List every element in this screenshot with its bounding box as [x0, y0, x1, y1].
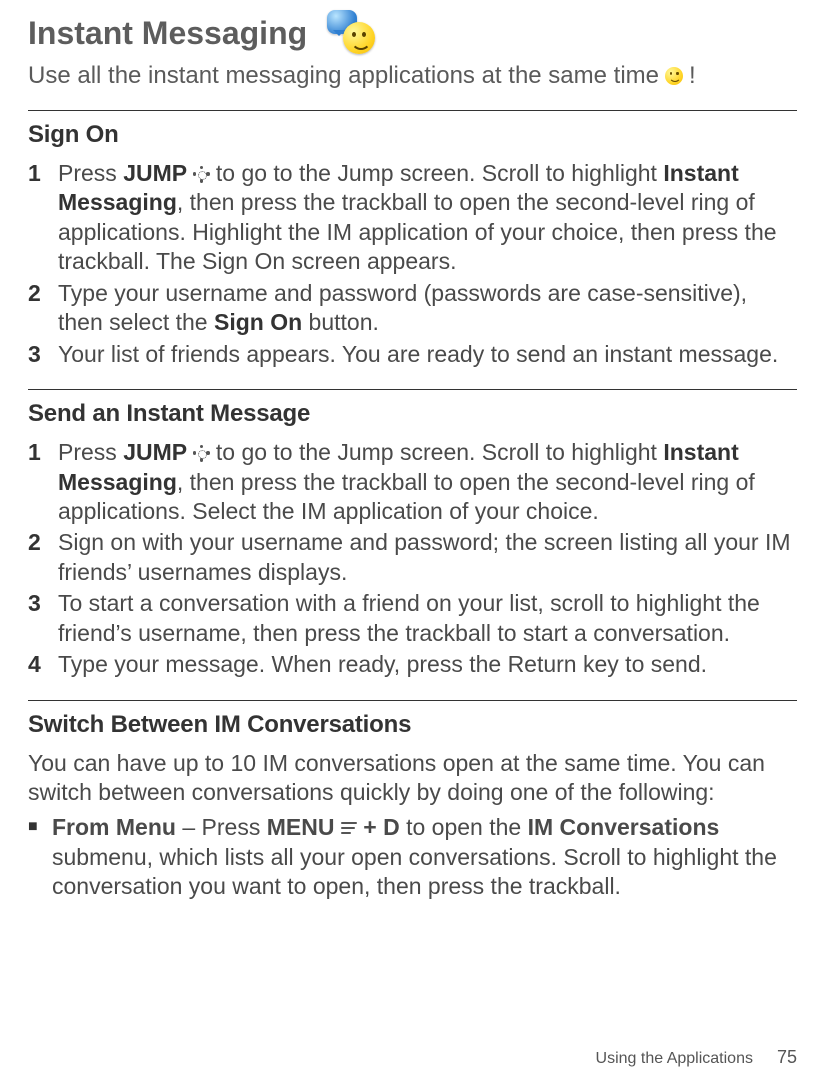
text-run: Your list of friends appears. You are re…	[58, 341, 778, 367]
divider	[28, 700, 797, 701]
step-number: 1	[28, 159, 42, 277]
list-item: 4 Type your message. When ready, press t…	[28, 650, 797, 679]
step-number: 2	[28, 528, 42, 587]
text-run: button.	[302, 309, 379, 335]
text-run: submenu, which lists all your open conve…	[52, 844, 777, 899]
footer-page-number: 75	[777, 1047, 797, 1068]
step-text: Press JUMP to go to the Jump screen. Scr…	[58, 438, 797, 526]
key-jump: JUMP	[123, 439, 187, 465]
text-run: to open the	[400, 814, 528, 840]
page-title: Instant Messaging	[28, 17, 307, 49]
switch-intro: You can have up to 10 IM conversations o…	[28, 749, 797, 808]
text-run: to go to the Jump screen. Scroll to high…	[209, 439, 663, 465]
jump-icon	[193, 166, 209, 182]
step-text: Sign on with your username and password;…	[58, 528, 797, 587]
instant-messaging-icon	[325, 10, 375, 56]
text-run: To start a conversation with a friend on…	[58, 590, 760, 645]
step-number: 2	[28, 279, 42, 338]
step-text: Press JUMP to go to the Jump screen. Scr…	[58, 159, 797, 277]
step-number: 1	[28, 438, 42, 526]
text-run: Type your message. When ready, press the…	[58, 651, 707, 677]
section-heading-send: Send an Instant Message	[28, 400, 797, 428]
text-run: Press	[58, 160, 123, 186]
text-run: – Press	[176, 814, 267, 840]
key-jump: JUMP	[123, 160, 187, 186]
smiley-icon	[665, 67, 683, 85]
key-menu: MENU	[267, 814, 335, 840]
step-number: 4	[28, 650, 42, 679]
section-heading-sign-on: Sign On	[28, 121, 797, 149]
intro-suffix: !	[689, 62, 696, 90]
step-number: 3	[28, 589, 42, 648]
bullet-icon: ■	[28, 813, 38, 901]
intro-prefix: Use all the instant messaging applicatio…	[28, 62, 659, 90]
step-text: Your list of friends appears. You are re…	[58, 340, 797, 369]
footer-section: Using the Applications	[596, 1050, 753, 1068]
page-footer: Using the Applications 75	[596, 1047, 797, 1068]
list-item: 1 Press JUMP to go to the Jump screen. S…	[28, 438, 797, 526]
list-item: 2 Type your username and password (passw…	[28, 279, 797, 338]
menu-icon	[341, 822, 357, 834]
step-text: Type your message. When ready, press the…	[58, 650, 797, 679]
key-d: D	[383, 814, 400, 840]
switch-bullets: ■ From Menu – Press MENU + D to open the…	[28, 813, 797, 901]
steps-send: 1 Press JUMP to go to the Jump screen. S…	[28, 438, 797, 680]
list-item: 3 Your list of friends appears. You are …	[28, 340, 797, 369]
step-text: Type your username and password (passwor…	[58, 279, 797, 338]
list-item: 2 Sign on with your username and passwor…	[28, 528, 797, 587]
text-run: to go to the Jump screen. Scroll to high…	[209, 160, 663, 186]
step-number: 3	[28, 340, 42, 369]
step-text: To start a conversation with a friend on…	[58, 589, 797, 648]
jump-icon	[193, 445, 209, 461]
intro-text: Use all the instant messaging applicatio…	[28, 62, 797, 90]
list-item: ■ From Menu – Press MENU + D to open the…	[28, 813, 797, 901]
list-item: 3 To start a conversation with a friend …	[28, 589, 797, 648]
text-run: +	[357, 814, 383, 840]
list-item: 1 Press JUMP to go to the Jump screen. S…	[28, 159, 797, 277]
section-heading-switch: Switch Between IM Conversations	[28, 711, 797, 739]
text-run: Sign on with your username and password;…	[58, 529, 791, 584]
text-run: Type your username and password (passwor…	[58, 280, 747, 335]
divider	[28, 389, 797, 390]
document-page: Instant Messaging Use all the instant me…	[0, 0, 825, 1090]
bullet-text: From Menu – Press MENU + D to open the I…	[52, 813, 797, 901]
steps-sign-on: 1 Press JUMP to go to the Jump screen. S…	[28, 159, 797, 369]
page-title-row: Instant Messaging	[28, 10, 797, 56]
button-sign-on: Sign On	[214, 309, 302, 335]
text-run: Press	[58, 439, 123, 465]
term-from-menu: From Menu	[52, 814, 176, 840]
term-im-conversations: IM Conversations	[528, 814, 720, 840]
divider	[28, 110, 797, 111]
